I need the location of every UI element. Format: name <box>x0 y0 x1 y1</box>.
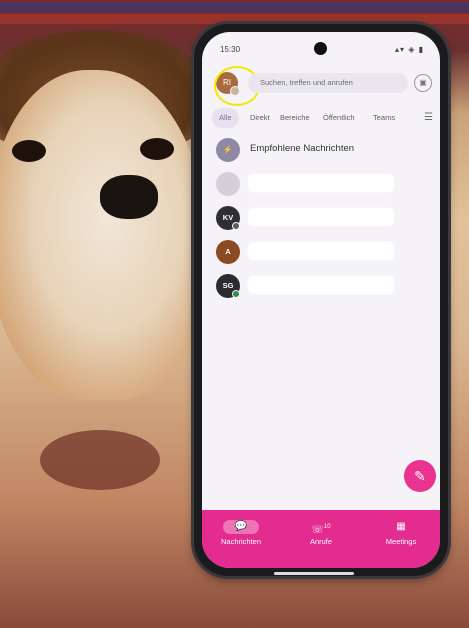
filter-icon[interactable]: ☰ <box>424 111 434 125</box>
bottom-nav: 💬 Nachrichten ☏10 Anrufe ▦ Meetings <box>202 510 440 568</box>
chat-item[interactable]: ⚡ Empfohlene Nachrichten <box>216 138 436 164</box>
tab-oeffentlich[interactable]: Öffentlich <box>323 108 355 128</box>
cloth-stripe <box>0 14 469 24</box>
chat-item[interactable]: SG <box>216 274 436 300</box>
chat-icon: 💬 <box>223 520 259 534</box>
call-badge: 10 <box>323 524 331 530</box>
dog-eye-right <box>140 138 174 160</box>
phone-screen: 15:30 ▴▾ ◈ ▮ RI Suchen, treffen und anru… <box>202 32 440 568</box>
tab-alle[interactable]: Alle <box>212 108 239 128</box>
search-placeholder: Suchen, treffen und anrufen <box>260 78 353 87</box>
redacted-text <box>248 208 394 226</box>
calendar-icon: ▦ <box>396 521 406 532</box>
chat-item[interactable]: KV <box>216 206 436 232</box>
redacted-text <box>248 242 394 260</box>
chat-item[interactable]: A <box>216 240 436 266</box>
dog-mouth <box>40 430 160 490</box>
redacted-text <box>248 174 394 192</box>
nav-label: Nachrichten <box>220 537 262 546</box>
compose-button[interactable]: ✎ <box>404 460 436 492</box>
dog-eye-left <box>12 140 46 162</box>
status-badge <box>232 290 240 298</box>
dog-head <box>0 70 205 400</box>
nav-label: Anrufe <box>309 537 333 546</box>
chat-item[interactable] <box>216 172 436 198</box>
search-input[interactable]: Suchen, treffen und anrufen <box>248 73 408 93</box>
camera-icon[interactable]: ▣ <box>414 74 432 92</box>
chat-title: Empfohlene Nachrichten <box>250 143 355 154</box>
phone-icon: ☏10 <box>311 524 331 536</box>
status-badge <box>232 222 240 230</box>
chat-avatar <box>216 172 240 196</box>
status-bar: 15:30 ▴▾ ◈ ▮ <box>202 32 440 60</box>
nav-meetings[interactable]: ▦ Meetings <box>366 520 436 546</box>
nav-label: Meetings <box>385 537 417 546</box>
redacted-text <box>248 276 394 294</box>
tab-bereiche[interactable]: Bereiche <box>280 108 310 128</box>
chat-avatar: A <box>216 240 240 264</box>
top-bar: RI Suchen, treffen und anrufen ▣ <box>202 66 440 106</box>
dog-nose <box>100 175 158 219</box>
nav-anrufe[interactable]: ☏10 Anrufe <box>286 520 356 546</box>
suggested-icon: ⚡ <box>216 138 240 162</box>
cloth-stripe <box>0 2 469 12</box>
status-icons: ▴▾ ◈ ▮ <box>394 45 424 54</box>
filter-tabs: Alle Direkt Bereiche Öffentlich Teams ☰ <box>212 108 440 128</box>
tab-teams[interactable]: Teams <box>373 108 395 128</box>
profile-avatar[interactable]: RI <box>214 66 260 106</box>
front-camera <box>314 42 327 55</box>
nav-nachrichten[interactable]: 💬 Nachrichten <box>206 520 276 546</box>
tab-direkt[interactable]: Direkt <box>250 108 270 128</box>
phone: 15:30 ▴▾ ◈ ▮ RI Suchen, treffen und anru… <box>194 24 448 576</box>
home-indicator[interactable] <box>274 572 354 575</box>
status-time: 15:30 <box>220 45 241 54</box>
